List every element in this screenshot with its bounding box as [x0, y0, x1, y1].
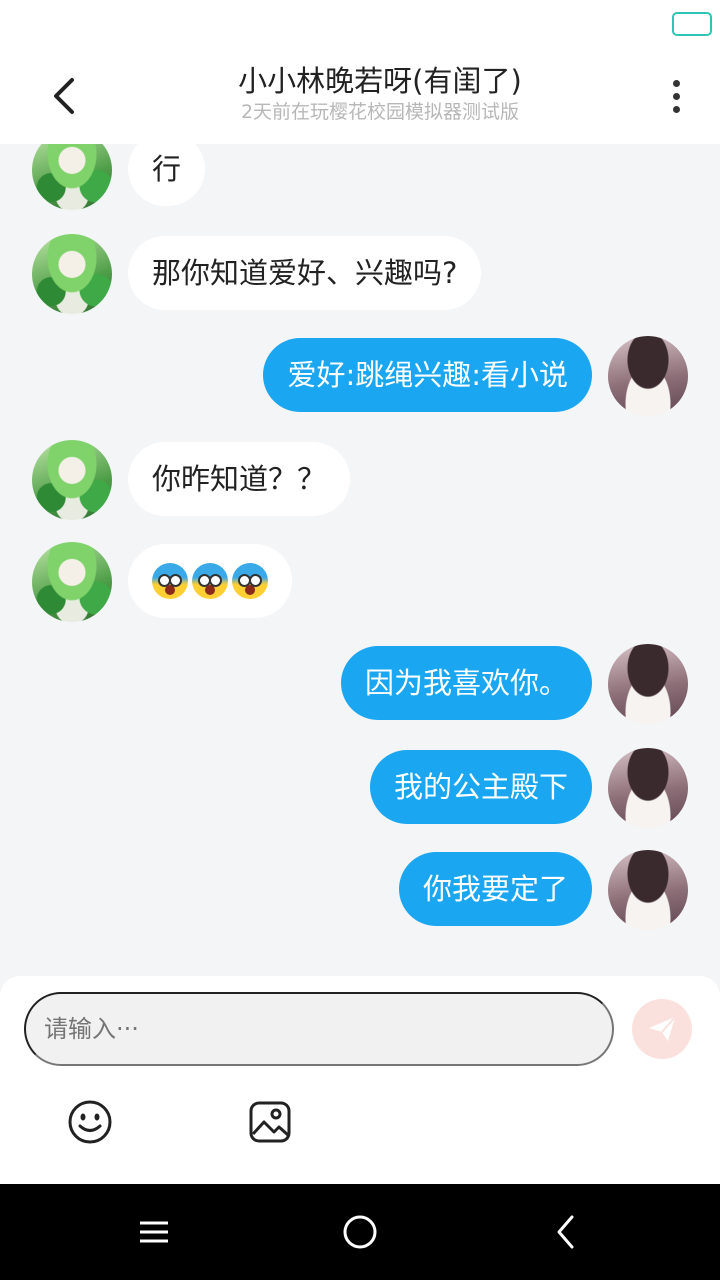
message-outgoing: 爱好:跳绳兴趣:看小说 [0, 336, 720, 416]
user-avatar[interactable] [608, 748, 688, 828]
contact-avatar[interactable] [32, 542, 112, 622]
message-bubble[interactable]: 你我要定了 [398, 852, 592, 926]
image-button[interactable] [246, 1098, 294, 1146]
message-incoming: 那你知道爱好、兴趣吗? [0, 234, 720, 314]
back-button[interactable] [36, 72, 92, 120]
menu-icon [140, 1221, 168, 1243]
contact-avatar[interactable] [32, 440, 112, 520]
user-avatar[interactable] [608, 644, 688, 724]
emoji-message-bubble[interactable] [128, 544, 292, 618]
composer [0, 976, 720, 1184]
system-nav-bar [0, 1184, 720, 1280]
smiley-icon [68, 1100, 112, 1144]
message-input[interactable] [24, 992, 614, 1066]
message-bubble[interactable]: 爱好:跳绳兴趣:看小说 [263, 338, 592, 412]
chevron-left-icon [54, 78, 74, 114]
send-button[interactable] [632, 999, 692, 1059]
message-bubble[interactable]: 你昨知道？？ [128, 442, 351, 516]
menu-button[interactable] [130, 1208, 178, 1256]
paper-plane-icon [649, 1016, 676, 1041]
message-outgoing: 你我要定了 [0, 850, 720, 930]
back-arrow-icon [557, 1215, 574, 1249]
chat-subtitle: 2天前在玩樱花校园模拟器测试版 [240, 101, 520, 123]
more-vertical-icon [672, 79, 680, 87]
user-avatar[interactable] [608, 336, 688, 416]
more-options-button[interactable] [656, 72, 696, 120]
contact-avatar[interactable] [32, 234, 112, 314]
contact-avatar[interactable] [32, 144, 112, 210]
message-bubble[interactable]: 那你知道爱好、兴趣吗? [128, 236, 482, 310]
fearful-face-emoji [232, 563, 268, 599]
home-button[interactable] [336, 1208, 384, 1256]
message-list[interactable]: 行 那你知道爱好、兴趣吗? 爱好:跳绳兴趣:看小说 你昨知道？？ 因为我喜欢你。… [0, 144, 720, 976]
home-circle-icon [343, 1215, 377, 1249]
message-bubble[interactable]: 行 [128, 144, 206, 206]
message-incoming: 行 [0, 144, 720, 210]
chat-title: 小小林晚若呀(有闺了) [238, 64, 522, 98]
fearful-face-emoji [152, 563, 188, 599]
message-incoming [0, 542, 720, 622]
emoji-button[interactable] [66, 1098, 114, 1146]
fearful-face-emoji [192, 563, 228, 599]
battery-icon [672, 12, 712, 36]
user-avatar[interactable] [608, 850, 688, 930]
system-back-button[interactable] [542, 1208, 590, 1256]
image-icon [249, 1101, 291, 1143]
title-block: 小小林晚若呀(有闺了) 2天前在玩樱花校园模拟器测试版 [120, 62, 640, 124]
message-bubble[interactable]: 因为我喜欢你。 [340, 646, 592, 720]
message-outgoing: 因为我喜欢你。 [0, 644, 720, 724]
message-incoming: 你昨知道？？ [0, 440, 720, 520]
chat-header: 小小林晚若呀(有闺了) 2天前在玩樱花校园模拟器测试版 [0, 48, 720, 144]
message-outgoing: 我的公主殿下 [0, 748, 720, 828]
message-bubble[interactable]: 我的公主殿下 [369, 750, 592, 824]
status-bar [0, 0, 720, 48]
